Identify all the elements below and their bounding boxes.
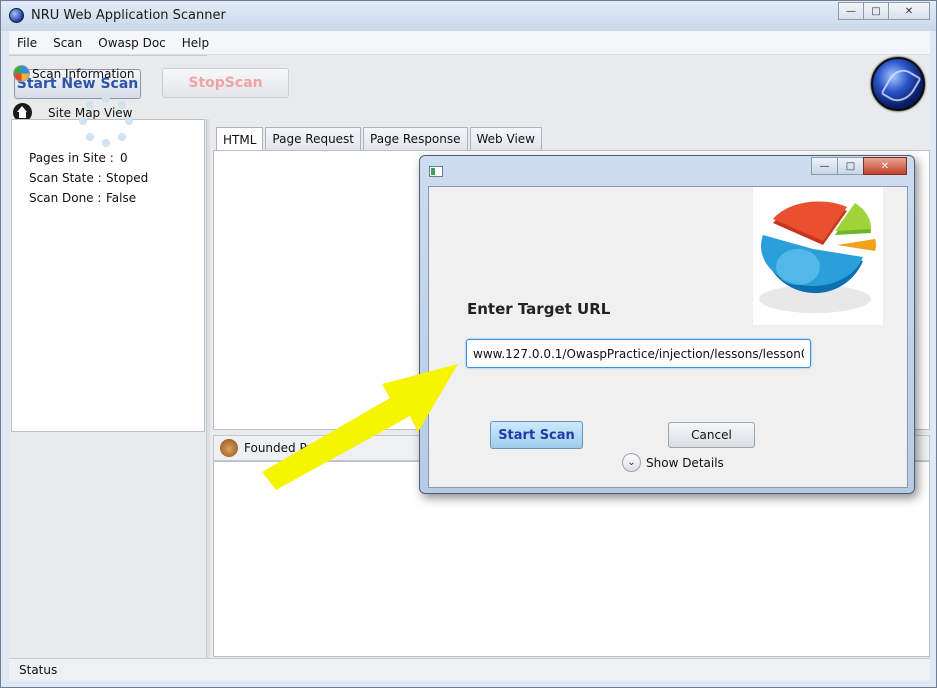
enter-target-url-label: Enter Target URL [467, 300, 611, 318]
dialog-minimize-button[interactable]: — [811, 157, 838, 175]
sitemap-tree[interactable] [11, 119, 205, 432]
start-scan-button[interactable]: Start Scan [490, 421, 583, 449]
split-divider[interactable] [206, 119, 210, 659]
close-button[interactable]: ✕ [888, 2, 930, 20]
status-label: Status [19, 663, 58, 677]
scan-info-title: Scan Information [32, 66, 135, 81]
scan-info-header: Scan Information [13, 65, 134, 82]
loading-spinner-icon [79, 95, 133, 149]
show-details-toggle[interactable]: ⌄ Show Details [622, 453, 724, 472]
stop-scan-button[interactable]: StopScan [162, 68, 289, 98]
bug-icon [220, 439, 238, 457]
pages-in-site-value: 0 [120, 151, 128, 165]
tab-web-view[interactable]: Web View [469, 127, 542, 150]
dialog-maximize-button[interactable]: □ [837, 157, 864, 175]
tab-html[interactable]: HTML [216, 127, 264, 151]
scan-state-label: Scan State : [29, 171, 102, 185]
menu-owasp-doc[interactable]: Owasp Doc [98, 36, 165, 50]
minimize-button[interactable]: — [838, 2, 864, 20]
menu-scan[interactable]: Scan [53, 36, 82, 50]
founded-pages-label: Founded Pages [244, 441, 335, 455]
dialog-body: Enter Target URL Start Scan Cancel ⌄ Sho… [428, 186, 908, 488]
pie-chart-image [753, 187, 883, 325]
window-title: NRU Web Application Scanner [31, 8, 226, 23]
status-bar: Status [9, 658, 930, 681]
globe-icon [13, 65, 30, 82]
tab-page-response[interactable]: Page Response [363, 127, 468, 150]
menu-file[interactable]: File [17, 36, 37, 50]
dialog-app-icon [429, 166, 443, 177]
target-url-dialog: — □ ✕ Enter Target URL Start Scan Cancel… [419, 155, 915, 494]
target-url-input[interactable] [466, 339, 811, 368]
tab-page-request[interactable]: Page Request [265, 127, 362, 150]
cancel-button[interactable]: Cancel [668, 422, 755, 448]
owasp-logo-icon [871, 57, 925, 111]
show-details-label: Show Details [646, 455, 724, 470]
title-bar[interactable]: NRU Web Application Scanner — □ ✕ [1, 1, 936, 31]
chevron-down-icon: ⌄ [622, 453, 641, 472]
menu-bar: File Scan Owasp Doc Help [9, 31, 930, 55]
scan-state-value: Stoped [106, 171, 149, 185]
dialog-close-button[interactable]: ✕ [863, 157, 907, 175]
tab-strip: HTML Page Request Page Response Web View [216, 127, 544, 151]
app-logo-icon [9, 8, 24, 23]
scan-done-label: Scan Done : [29, 191, 102, 205]
scan-done-value: False [106, 191, 137, 205]
menu-help[interactable]: Help [182, 36, 209, 50]
maximize-button[interactable]: □ [863, 2, 889, 20]
pages-in-site-label: Pages in Site : [29, 151, 114, 165]
